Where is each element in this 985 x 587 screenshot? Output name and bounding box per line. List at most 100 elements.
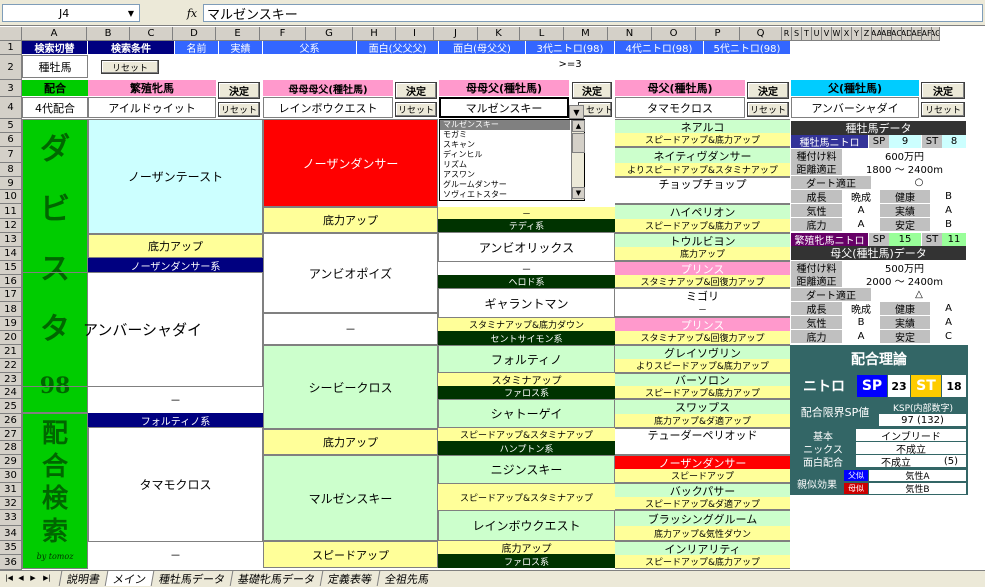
column-header[interactable]: B — [87, 27, 130, 41]
row-header[interactable]: 9 — [0, 177, 22, 190]
column-header[interactable]: I — [396, 27, 434, 41]
sheet-tab[interactable]: 説明書 — [58, 571, 108, 586]
row-header[interactable]: 35 — [0, 541, 22, 555]
mating-mode-value[interactable]: 4代配合 — [22, 97, 88, 118]
tab-prev-icon[interactable]: ◀ — [16, 572, 26, 584]
name-box[interactable]: J4 — [2, 4, 140, 22]
dropdown-option[interactable]: ソヴィエトスター — [440, 190, 570, 200]
column-header[interactable]: D — [173, 27, 216, 41]
column-header[interactable]: AA — [872, 27, 882, 41]
column-header[interactable]: U — [812, 27, 822, 41]
row-header[interactable]: 6 — [0, 133, 22, 147]
sheet-tab[interactable]: 基礎牝馬データ — [229, 571, 323, 586]
row-header[interactable]: 17 — [0, 288, 22, 302]
column-header[interactable]: AG — [932, 27, 940, 41]
sheet-tab[interactable]: 定義表等 — [319, 571, 380, 586]
column-header[interactable]: E — [216, 27, 260, 41]
row-header[interactable]: 25 — [0, 399, 22, 414]
mf-value[interactable]: タマモクロス — [615, 97, 745, 118]
row-header[interactable]: 12 — [0, 219, 22, 233]
row-header[interactable]: 19 — [0, 317, 22, 331]
name-box-dropdown-icon[interactable]: ▼ — [124, 5, 138, 21]
row-header[interactable]: 27 — [0, 428, 22, 441]
row-header[interactable]: 18 — [0, 302, 22, 317]
sheet-tab[interactable]: メイン — [104, 571, 154, 586]
row-header[interactable]: 3 — [0, 80, 22, 97]
horse-dropdown-list[interactable]: マルゼンスキー モガミ スキャン ディンヒル リズム アスワン グルームダンサー ソヴィエトス… — [439, 119, 585, 201]
scroll-up-icon[interactable]: ▲ — [572, 120, 585, 132]
reset-button-5[interactable]: リセット — [921, 102, 965, 117]
decide-button-4[interactable]: 決定 — [747, 82, 789, 99]
row-header[interactable]: 13 — [0, 233, 22, 247]
column-header[interactable]: V — [822, 27, 832, 41]
column-header[interactable]: P — [696, 27, 740, 41]
row-header[interactable]: 22 — [0, 359, 22, 373]
scroll-down-icon[interactable]: ▼ — [572, 187, 585, 199]
row-header[interactable]: 29 — [0, 455, 22, 469]
sheet-tab[interactable]: 全祖先馬 — [376, 571, 437, 586]
column-header[interactable]: F — [260, 27, 306, 41]
row-header[interactable]: 16 — [0, 275, 22, 288]
column-header[interactable]: AF — [922, 27, 932, 41]
reset-button-2[interactable]: リセット — [395, 102, 437, 117]
column-header[interactable]: J — [434, 27, 478, 41]
row-header[interactable]: 4 — [0, 97, 22, 119]
broodmare-value[interactable]: アイルドゥイット — [88, 97, 216, 118]
row-header[interactable]: 26 — [0, 414, 22, 428]
decide-button-3[interactable]: 決定 — [572, 82, 612, 99]
row-header[interactable]: 7 — [0, 147, 22, 163]
mmmf-value[interactable]: レインボウクエスト — [263, 97, 393, 118]
decide-button-5[interactable]: 決定 — [921, 82, 965, 99]
column-header[interactable]: O — [652, 27, 696, 41]
nitro3-condition[interactable]: >=3 — [526, 58, 614, 71]
scroll-thumb[interactable] — [572, 133, 585, 153]
dropdown-option[interactable]: スキャン — [440, 140, 570, 150]
mmf-select[interactable]: マルゼンスキー — [439, 97, 569, 118]
row-header[interactable]: 32 — [0, 497, 22, 510]
row-header[interactable]: 20 — [0, 331, 22, 345]
column-header[interactable]: Z — [862, 27, 872, 41]
column-header[interactable]: T — [802, 27, 812, 41]
row-header[interactable]: 2 — [0, 55, 22, 80]
column-header[interactable]: AB — [882, 27, 892, 41]
row-header[interactable]: 10 — [0, 190, 22, 204]
column-header[interactable]: A — [22, 27, 87, 41]
formula-input[interactable]: マルゼンスキー — [203, 4, 983, 22]
column-header[interactable]: C — [130, 27, 173, 41]
tab-first-icon[interactable]: |◀ — [4, 572, 14, 584]
sheet-tab[interactable]: 種牡馬データ — [150, 571, 233, 586]
column-header[interactable]: M — [564, 27, 608, 41]
tab-last-icon[interactable]: ▶| — [40, 572, 54, 584]
dropdown-option[interactable]: モガミ — [440, 130, 570, 140]
row-header[interactable]: 5 — [0, 119, 22, 133]
row-header[interactable]: 28 — [0, 441, 22, 455]
row-header[interactable]: 8 — [0, 163, 22, 177]
column-header[interactable]: S — [792, 27, 802, 41]
column-header[interactable]: K — [478, 27, 520, 41]
select-all-corner[interactable] — [0, 27, 22, 41]
search-reset-button[interactable]: リセット — [101, 60, 159, 74]
column-header[interactable]: AC — [892, 27, 902, 41]
fx-icon[interactable]: fx — [182, 5, 202, 21]
row-header[interactable]: 34 — [0, 526, 22, 541]
dropdown-option[interactable]: グルームダンサー — [440, 180, 570, 190]
decide-button-2[interactable]: 決定 — [395, 82, 437, 99]
decide-button-1[interactable]: 決定 — [218, 82, 260, 99]
row-header[interactable]: 23 — [0, 373, 22, 386]
dropdown-option[interactable]: アスワン — [440, 170, 570, 180]
column-header[interactable]: G — [306, 27, 353, 41]
reset-button-1[interactable]: リセット — [218, 102, 260, 117]
row-header[interactable]: 21 — [0, 345, 22, 359]
row-header[interactable]: 11 — [0, 204, 22, 219]
reset-button-4[interactable]: リセット — [747, 102, 789, 117]
search-mode-value[interactable]: 種牡馬 — [22, 55, 88, 78]
row-header[interactable]: 36 — [0, 555, 22, 570]
column-header[interactable]: AE — [912, 27, 922, 41]
dropdown-option[interactable]: ディンヒル — [440, 150, 570, 160]
column-header[interactable]: W — [832, 27, 842, 41]
row-header[interactable]: 1 — [0, 41, 22, 55]
column-header[interactable]: X — [842, 27, 852, 41]
column-header[interactable]: Q — [740, 27, 782, 41]
sire-value[interactable]: アンバーシャダイ — [791, 97, 919, 118]
column-header[interactable]: H — [353, 27, 396, 41]
